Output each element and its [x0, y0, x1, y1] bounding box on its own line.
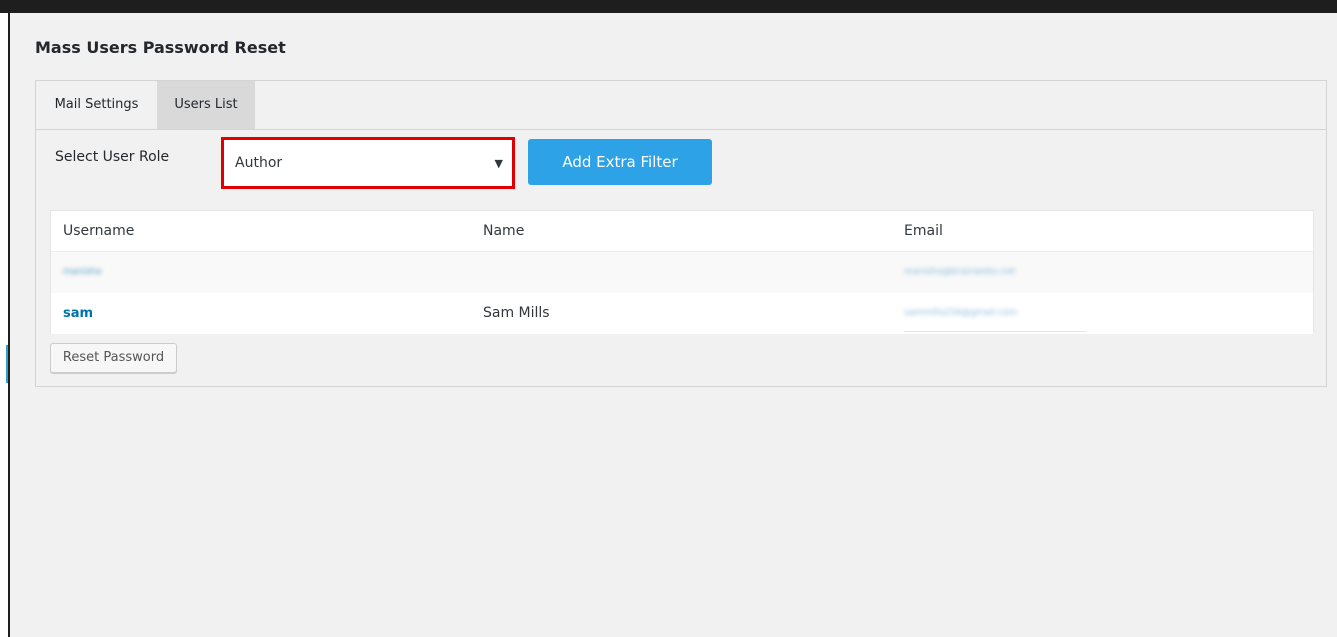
chevron-down-icon: ▼ — [494, 157, 503, 170]
table-header-row: Username Name Email — [51, 211, 1313, 252]
reset-password-button[interactable]: Reset Password — [50, 343, 177, 373]
settings-panel: Mail Settings Users List Select User Rol… — [35, 80, 1327, 387]
email-divider — [904, 331, 1086, 332]
column-header-username: Username — [63, 223, 135, 239]
table-row: sam Sam Mills sammills234@gmail.com — [51, 293, 1313, 334]
username-link[interactable]: manisha — [63, 252, 101, 293]
table-row: manisha manisha@brainwebs.net — [51, 252, 1313, 293]
email-cell: sammills234@gmail.com — [904, 308, 1018, 318]
page-title: Mass Users Password Reset — [35, 38, 286, 57]
window-top-bar — [0, 0, 1337, 13]
username-link[interactable]: sam — [63, 293, 93, 334]
user-role-select[interactable]: Author ▼ — [221, 137, 515, 189]
left-edge-bar — [0, 13, 10, 637]
column-header-email: Email — [904, 223, 943, 239]
edge-indicator — [6, 345, 8, 383]
column-header-name: Name — [483, 223, 525, 239]
user-role-select-value: Author — [235, 155, 283, 171]
name-cell: Sam Mills — [483, 305, 550, 321]
add-extra-filter-button[interactable]: Add Extra Filter — [528, 139, 712, 185]
role-label: Select User Role — [55, 149, 170, 165]
tab-mail-settings[interactable]: Mail Settings — [36, 81, 157, 129]
tab-bar: Mail Settings Users List — [36, 81, 1326, 130]
users-table: Username Name Email manisha manisha@brai… — [50, 210, 1314, 334]
email-cell: manisha@brainwebs.net — [904, 267, 1016, 277]
tab-users-list[interactable]: Users List — [157, 81, 255, 129]
